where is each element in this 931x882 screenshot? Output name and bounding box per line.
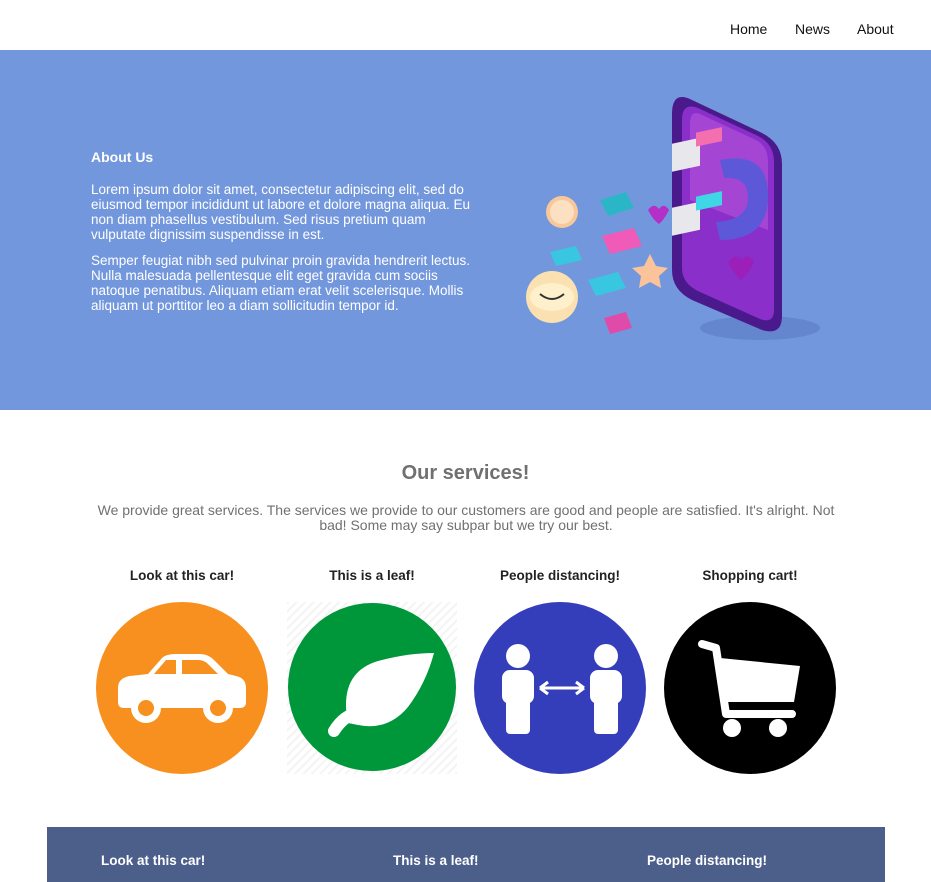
phone-magnet-social-icon	[520, 90, 830, 360]
service-label: This is a leaf!	[329, 568, 415, 583]
leaf-icon[interactable]	[288, 603, 456, 771]
people-distancing-icon[interactable]	[474, 602, 646, 774]
services-description: We provide great services. The services …	[97, 502, 835, 533]
hero-title: About Us	[91, 149, 154, 165]
hero-paragraph-1: Lorem ipsum dolor sit amet, consectetur …	[91, 182, 470, 242]
nav-about-link[interactable]: About	[857, 20, 894, 38]
car-icon[interactable]	[96, 602, 268, 774]
service-label: Shopping cart!	[702, 568, 798, 583]
services-title: Our services!	[401, 462, 530, 484]
hero-text: About Us Lorem ipsum dolor sit amet, con…	[91, 149, 477, 324]
service-label: People distancing!	[499, 568, 621, 583]
footer-item-leaf[interactable]: This is a leaf!	[393, 853, 479, 869]
top-nav: Home News About	[0, 0, 931, 50]
service-car: Look at this car!	[92, 568, 272, 774]
service-label: Look at this car!	[129, 568, 235, 583]
service-shopping-cart: Shopping cart!	[660, 568, 840, 774]
footer-item-car[interactable]: Look at this car!	[101, 853, 205, 869]
footer-bar: Look at this car! This is a leaf! People…	[47, 827, 885, 882]
nav-news-link[interactable]: News	[795, 20, 830, 38]
service-leaf: This is a leaf!	[282, 568, 462, 771]
service-people-distancing: People distancing!	[470, 568, 650, 774]
footer-item-people-distancing[interactable]: People distancing!	[647, 853, 767, 869]
nav-home-link[interactable]: Home	[730, 20, 767, 38]
hero-section: About Us Lorem ipsum dolor sit amet, con…	[0, 50, 931, 410]
shopping-cart-icon[interactable]	[664, 602, 836, 774]
hero-paragraph-2: Semper feugiat nibh sed pulvinar proin g…	[91, 253, 470, 313]
